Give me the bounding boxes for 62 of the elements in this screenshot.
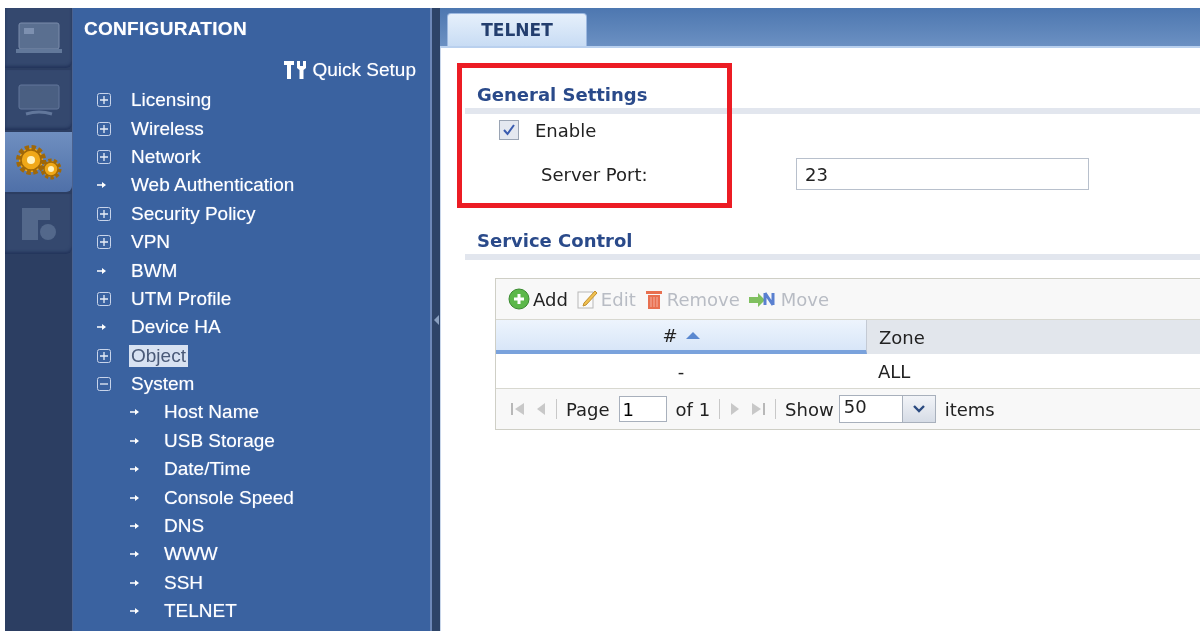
page-label: Page bbox=[566, 398, 610, 420]
section-title: Service Control bbox=[476, 229, 634, 252]
arrow-icon bbox=[97, 267, 106, 274]
checkbox[interactable] bbox=[499, 120, 519, 140]
panel-title: CONFIGURATION bbox=[83, 17, 248, 41]
arrow-icon bbox=[130, 608, 139, 615]
menu-item[interactable]: Object bbox=[129, 344, 188, 367]
menu-item[interactable]: Device HA bbox=[129, 316, 223, 339]
items-label: items bbox=[944, 398, 995, 420]
arrow-icon bbox=[130, 523, 139, 530]
arrow-icon bbox=[130, 437, 139, 444]
arrow-icon bbox=[130, 409, 139, 416]
page-input-field[interactable]: 1 bbox=[618, 396, 667, 422]
table-cell-text: ALL bbox=[877, 360, 912, 382]
menu-item[interactable]: VPN bbox=[129, 231, 173, 254]
chevron-down-icon bbox=[912, 405, 925, 413]
port-input-field[interactable]: 23 bbox=[796, 158, 1089, 190]
monitor-icon bbox=[15, 20, 62, 56]
arrow-icon bbox=[130, 466, 139, 473]
column-header[interactable]: Zone bbox=[867, 320, 1200, 354]
menu-item[interactable]: SSH bbox=[162, 571, 206, 594]
rail-tab[interactable] bbox=[5, 194, 72, 254]
arrow-icon bbox=[130, 494, 139, 501]
menu-item[interactable]: Host Name bbox=[162, 401, 262, 424]
menu-item[interactable]: WWW bbox=[162, 543, 220, 566]
arrow-icon bbox=[130, 579, 139, 586]
menu-item[interactable]: UTM Profile bbox=[129, 287, 234, 310]
rail-tab[interactable] bbox=[5, 8, 72, 68]
menu-item[interactable]: Wireless bbox=[129, 117, 206, 140]
menu-item[interactable]: DNS bbox=[162, 515, 207, 538]
screen-icon bbox=[15, 82, 62, 118]
menu-item[interactable]: BWM bbox=[129, 259, 180, 282]
rail-tab[interactable] bbox=[5, 70, 72, 130]
pencil-icon bbox=[575, 288, 598, 310]
field-label: Server Port: bbox=[541, 163, 649, 185]
section-title: General Settings bbox=[476, 83, 649, 106]
plus-circle-icon bbox=[508, 288, 530, 310]
quick-setup-link[interactable]: Quick Setup bbox=[282, 54, 416, 86]
checkbox-label: Enable bbox=[535, 119, 597, 141]
show-label: Show bbox=[785, 398, 834, 420]
column-header[interactable]: # bbox=[496, 320, 867, 354]
sort-ascending-icon bbox=[685, 331, 700, 339]
arrow-icon bbox=[97, 324, 106, 331]
add-button[interactable]: Add bbox=[508, 288, 572, 310]
menu-item[interactable]: Network bbox=[129, 145, 203, 168]
menu-item[interactable]: USB Storage bbox=[162, 429, 277, 452]
page-size-dropdown[interactable]: 50 bbox=[838, 395, 936, 423]
trash-icon bbox=[643, 288, 664, 310]
menu-item[interactable]: TELNET bbox=[162, 600, 239, 623]
page-count: of 1 bbox=[675, 398, 711, 420]
table-cell-text: - bbox=[676, 360, 686, 382]
menu-item[interactable]: Console Speed bbox=[162, 486, 296, 509]
arrow-icon bbox=[97, 182, 106, 189]
menu-item[interactable]: Web Authentication bbox=[129, 174, 297, 197]
menu-item[interactable]: System bbox=[129, 373, 197, 396]
menu-item[interactable]: Security Policy bbox=[129, 202, 258, 225]
rail-tab[interactable] bbox=[5, 132, 72, 192]
collapse-arrow-icon bbox=[433, 314, 439, 325]
menu-item[interactable]: Date/Time bbox=[162, 458, 253, 481]
menu-item[interactable]: Licensing bbox=[129, 89, 214, 112]
tab[interactable]: TELNET bbox=[447, 13, 587, 46]
arrow-icon bbox=[130, 551, 139, 558]
